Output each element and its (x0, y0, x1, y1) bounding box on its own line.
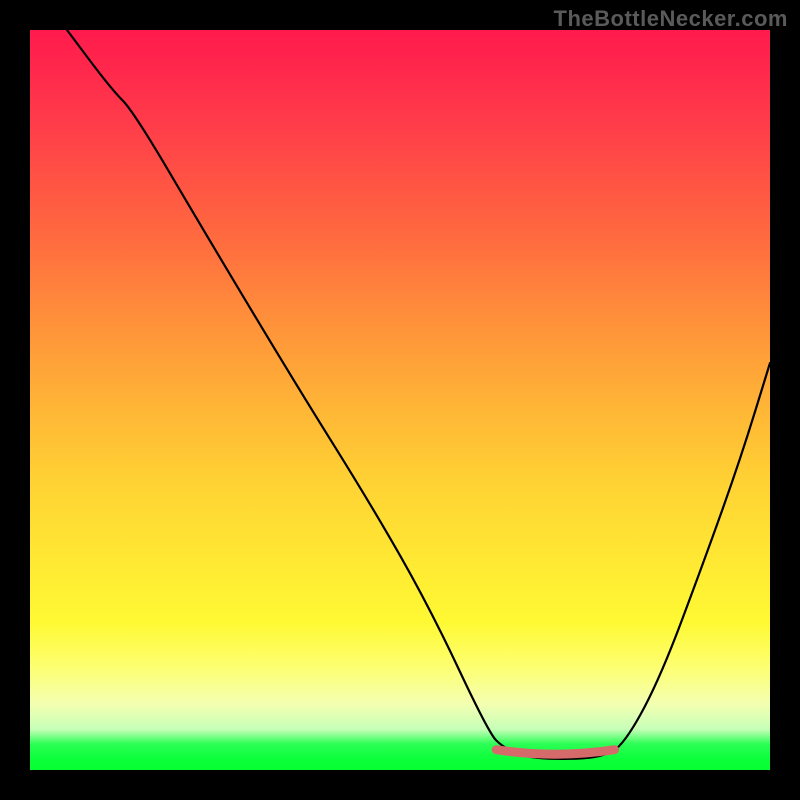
bottleneck-curve (67, 30, 770, 759)
chart-plot-area (30, 30, 770, 770)
valley-marker (496, 750, 614, 755)
watermark-text: TheBottleNecker.com (554, 6, 788, 32)
chart-curve-layer (30, 30, 770, 770)
